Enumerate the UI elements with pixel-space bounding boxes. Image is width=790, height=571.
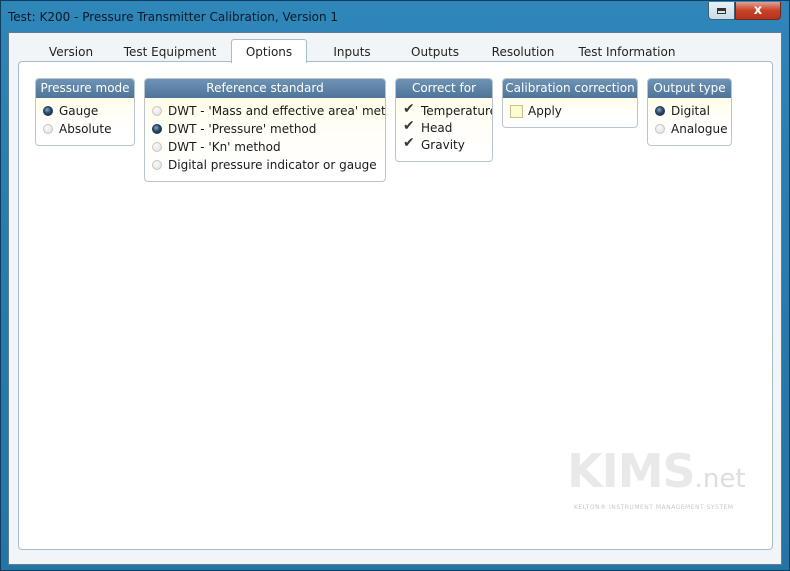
radio-selected-icon	[655, 106, 665, 116]
title-bar[interactable]: Test: K200 - Pressure Transmitter Calibr…	[1, 1, 789, 33]
logo-main: KIMS	[567, 444, 696, 498]
calibration-correction-header: Calibration correction	[503, 79, 637, 98]
correct-temperature-checkbox[interactable]: Temperature	[396, 101, 493, 119]
tab-outputs[interactable]: Outputs	[399, 42, 471, 62]
logo-suffix: .net	[694, 464, 746, 494]
output-digital-radio[interactable]: Digital	[648, 102, 731, 120]
tab-strip: Version Test Equipment Options Inputs Ou…	[9, 33, 781, 63]
option-label: DWT - 'Pressure' method	[168, 122, 317, 136]
correct-gravity-checkbox[interactable]: Gravity	[396, 135, 492, 153]
option-label: Digital pressure indicator or gauge	[168, 158, 377, 172]
option-label: DWT - 'Mass and effective area' method	[168, 104, 386, 118]
option-label: Apply	[528, 104, 562, 118]
tab-test-equipment[interactable]: Test Equipment	[114, 42, 226, 62]
radio-selected-icon	[43, 106, 53, 116]
reference-digital-indicator-radio[interactable]: Digital pressure indicator or gauge	[145, 156, 385, 174]
option-label: DWT - 'Kn' method	[168, 140, 281, 154]
option-label: Gauge	[59, 104, 99, 118]
app-window: Test: K200 - Pressure Transmitter Calibr…	[0, 0, 790, 571]
logo-tagline: KELTON® INSTRUMENT MANAGEMENT SYSTEM	[574, 504, 734, 511]
tab-version[interactable]: Version	[34, 42, 108, 62]
output-type-header: Output type	[648, 79, 731, 98]
radio-unselected-icon	[43, 124, 53, 134]
tab-test-information[interactable]: Test Information	[573, 42, 681, 62]
option-label: Temperature	[421, 103, 493, 118]
checkmark-icon	[403, 135, 416, 151]
pressure-mode-absolute-radio[interactable]: Absolute	[36, 120, 134, 138]
kims-logo: KIMS.net	[567, 448, 746, 502]
reference-standard-header: Reference standard	[145, 79, 385, 98]
caption-buttons: x	[708, 2, 781, 20]
close-button[interactable]: x	[735, 2, 781, 20]
window-title: Test: K200 - Pressure Transmitter Calibr…	[8, 10, 339, 24]
pressure-mode-options: Gauge Absolute	[36, 98, 134, 138]
correct-for-header: Correct for	[396, 79, 492, 98]
radio-unselected-icon	[152, 106, 162, 116]
reference-mass-area-radio[interactable]: DWT - 'Mass and effective area' method	[145, 102, 385, 120]
pressure-mode-header: Pressure mode	[36, 79, 134, 98]
tab-resolution[interactable]: Resolution	[483, 42, 563, 62]
correct-for-group: Correct for Temperature Head Gravity	[395, 78, 493, 162]
checkmark-icon	[403, 101, 416, 117]
option-label: Absolute	[59, 122, 112, 136]
pressure-mode-gauge-radio[interactable]: Gauge	[36, 102, 134, 120]
option-label: Gravity	[421, 137, 465, 152]
client-area: Version Test Equipment Options Inputs Ou…	[8, 32, 782, 565]
tab-inputs[interactable]: Inputs	[319, 42, 385, 62]
checkmark-icon	[403, 118, 416, 134]
radio-unselected-icon	[152, 142, 162, 152]
reference-standard-group: Reference standard DWT - 'Mass and effec…	[144, 78, 386, 182]
correct-head-checkbox[interactable]: Head	[396, 118, 492, 136]
checkbox-empty-icon	[510, 104, 523, 118]
radio-selected-icon	[152, 124, 162, 134]
output-analogue-radio[interactable]: Analogue	[648, 120, 731, 138]
option-label: Analogue	[671, 122, 728, 136]
reference-standard-options: DWT - 'Mass and effective area' method D…	[145, 98, 385, 174]
calibration-correction-group: Calibration correction Apply	[502, 78, 638, 128]
option-label: Digital	[671, 104, 710, 118]
reference-kn-method-radio[interactable]: DWT - 'Kn' method	[145, 138, 385, 156]
options-panel: Pressure mode Gauge Absolute Reference s…	[18, 61, 773, 550]
calibration-apply-checkbox[interactable]: Apply	[503, 102, 637, 120]
option-label: Head	[421, 120, 453, 135]
radio-unselected-icon	[152, 160, 162, 170]
restore-button[interactable]	[708, 2, 735, 20]
close-icon: x	[753, 3, 763, 18]
tab-options[interactable]: Options	[231, 39, 307, 63]
kims-watermark: KIMS.net KELTON® INSTRUMENT MANAGEMENT S…	[567, 448, 746, 511]
output-type-group: Output type Digital Analogue	[647, 78, 732, 146]
restore-icon	[717, 7, 726, 14]
radio-unselected-icon	[655, 124, 665, 134]
calibration-correction-options: Apply	[503, 98, 637, 120]
pressure-mode-group: Pressure mode Gauge Absolute	[35, 78, 135, 146]
reference-pressure-method-radio[interactable]: DWT - 'Pressure' method	[145, 120, 385, 138]
output-type-options: Digital Analogue	[648, 98, 731, 138]
correct-for-options: Temperature Head Gravity	[396, 98, 492, 153]
